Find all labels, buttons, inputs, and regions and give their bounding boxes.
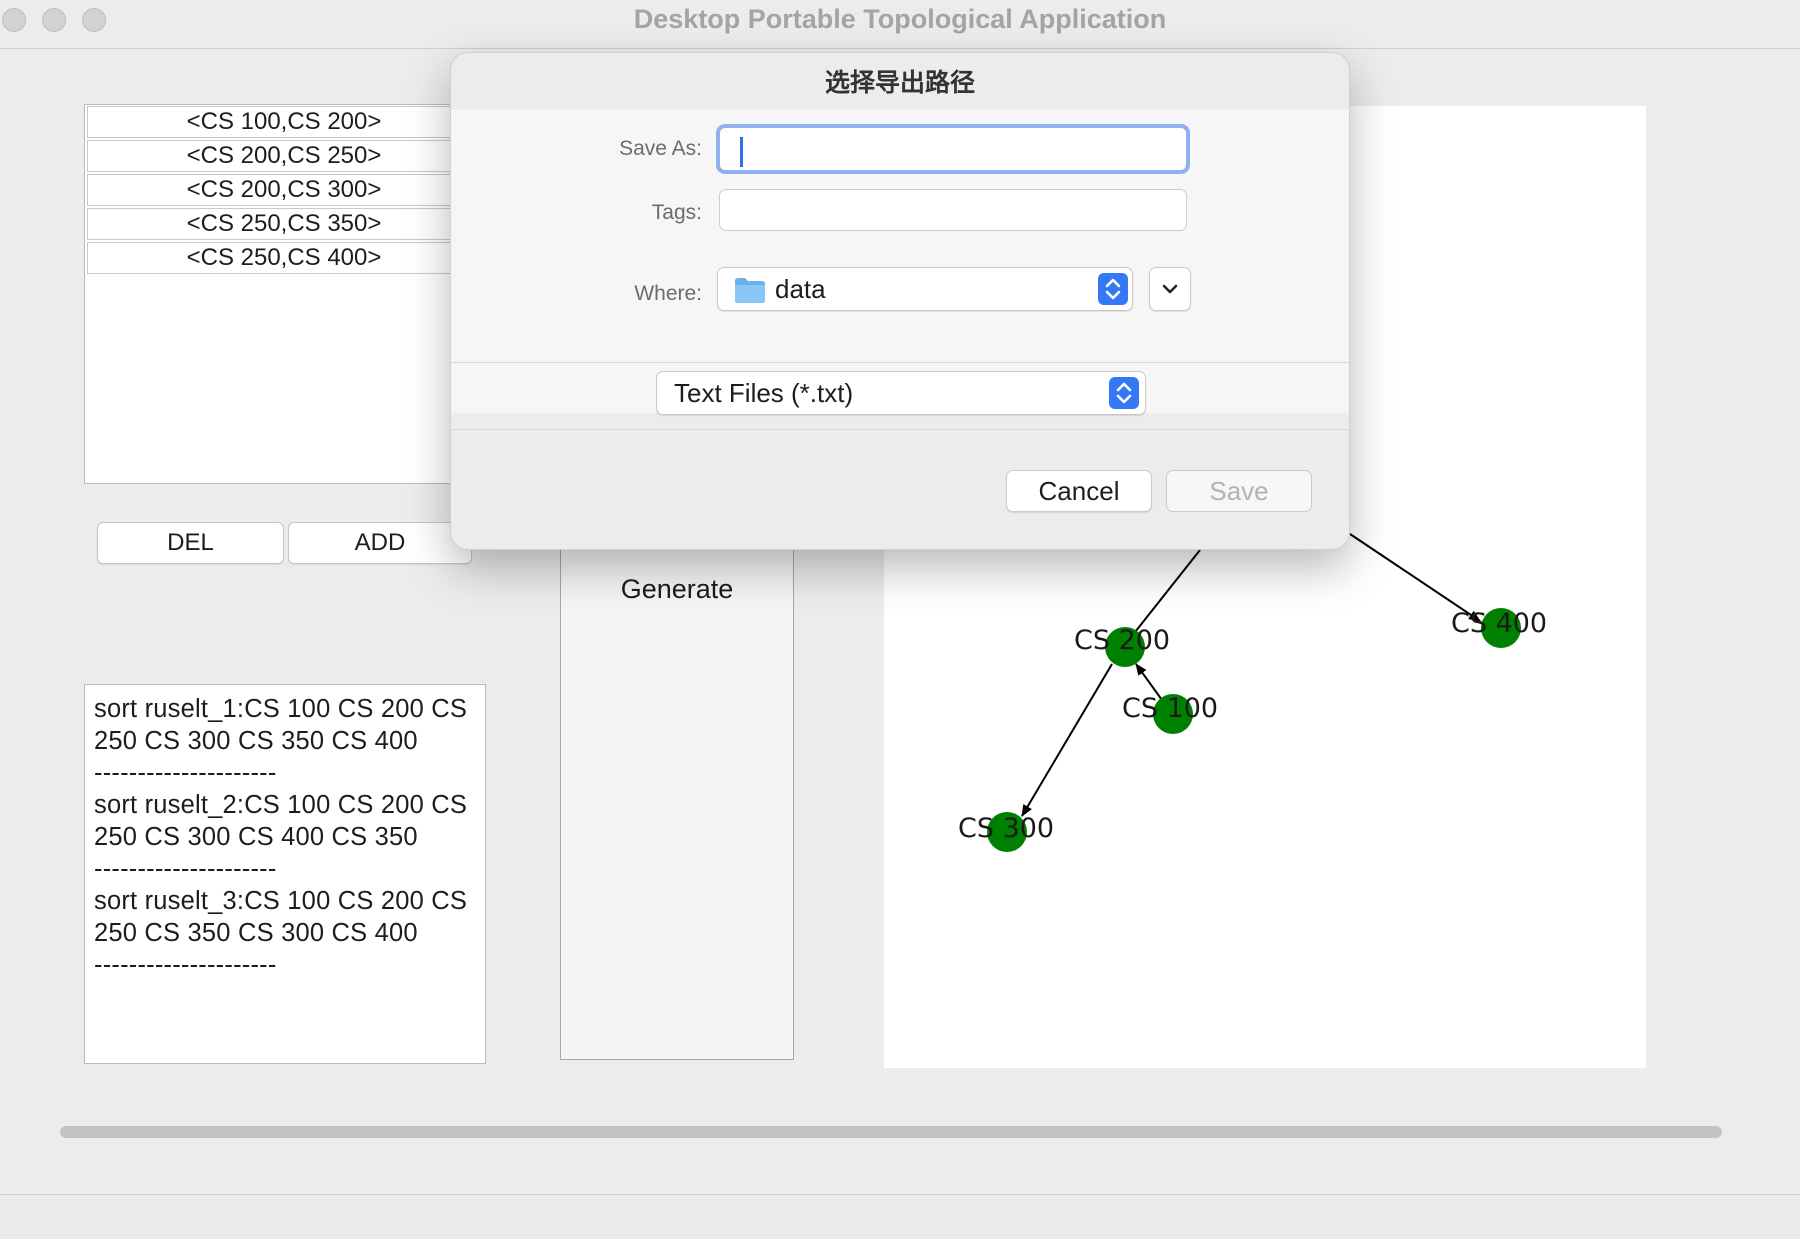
generate-button-label: Generate — [620, 574, 734, 604]
text-caret — [740, 137, 743, 167]
svg-text:CS 100: CS 100 — [1122, 693, 1218, 724]
divider — [451, 429, 1349, 430]
save-as-label: Save As: — [619, 137, 702, 160]
chevron-down-icon — [1162, 284, 1178, 294]
tags-input[interactable] — [719, 189, 1187, 231]
add-button[interactable]: ADD — [288, 522, 472, 564]
list-item[interactable]: <CS 250,CS 400> — [87, 242, 481, 274]
expand-dialog-button[interactable] — [1149, 267, 1191, 311]
where-value: data — [775, 274, 826, 304]
generate-button[interactable] — [560, 548, 794, 1060]
updown-stepper-icon — [1098, 273, 1128, 305]
window-titlebar: Desktop Portable Topological Application — [0, 0, 1800, 49]
save-dialog: 选择导出路径 Save As: Tags: Where: data Text F… — [450, 52, 1350, 550]
updown-stepper-icon — [1109, 377, 1139, 409]
list-item[interactable]: <CS 200,CS 300> — [87, 174, 481, 206]
svg-text:CS 200: CS 200 — [1074, 625, 1170, 656]
cancel-button[interactable]: Cancel — [1006, 470, 1152, 512]
dialog-fields-panel: Save As: Tags: Where: data — [451, 109, 1349, 413]
save-as-input[interactable] — [716, 124, 1190, 174]
graph-node: CS 400 — [1451, 608, 1547, 648]
sort-results-text: sort ruselt_1:CS 100 CS 200 CS 250 CS 30… — [94, 695, 468, 979]
edge-pairs-list[interactable]: <CS 100,CS 200> <CS 200,CS 250> <CS 200,… — [84, 104, 484, 484]
svg-text:CS 300: CS 300 — [958, 813, 1054, 844]
horizontal-scrollbar[interactable] — [60, 1126, 1722, 1138]
graph-node: CS 100 — [1122, 693, 1218, 734]
dialog-title: 选择导出路径 — [824, 69, 975, 97]
graph-node: CS 200 — [1074, 625, 1170, 667]
divider — [451, 362, 1349, 363]
sort-results-textarea[interactable]: sort ruselt_1:CS 100 CS 200 CS 250 CS 30… — [84, 684, 486, 1064]
folder-icon — [735, 278, 765, 303]
graph-node: CS 300 — [958, 812, 1054, 852]
file-type-popup[interactable]: Text Files (*.txt) — [656, 371, 1146, 415]
svg-text:CS 400: CS 400 — [1451, 608, 1547, 639]
window-title: Desktop Portable Topological Application — [633, 4, 1167, 34]
file-type-value: Text Files (*.txt) — [674, 378, 854, 408]
del-button[interactable]: DEL — [97, 522, 284, 564]
where-label: Where: — [634, 282, 702, 305]
status-bar — [0, 1194, 1800, 1239]
list-item[interactable]: <CS 250,CS 350> — [87, 208, 481, 240]
list-item[interactable]: <CS 200,CS 250> — [87, 140, 481, 172]
edge-200-300 — [1021, 663, 1113, 817]
list-item[interactable]: <CS 100,CS 200> — [87, 106, 481, 138]
save-button[interactable]: Save — [1166, 470, 1312, 512]
where-popup[interactable]: data — [717, 267, 1133, 311]
tags-label: Tags: — [651, 201, 702, 224]
